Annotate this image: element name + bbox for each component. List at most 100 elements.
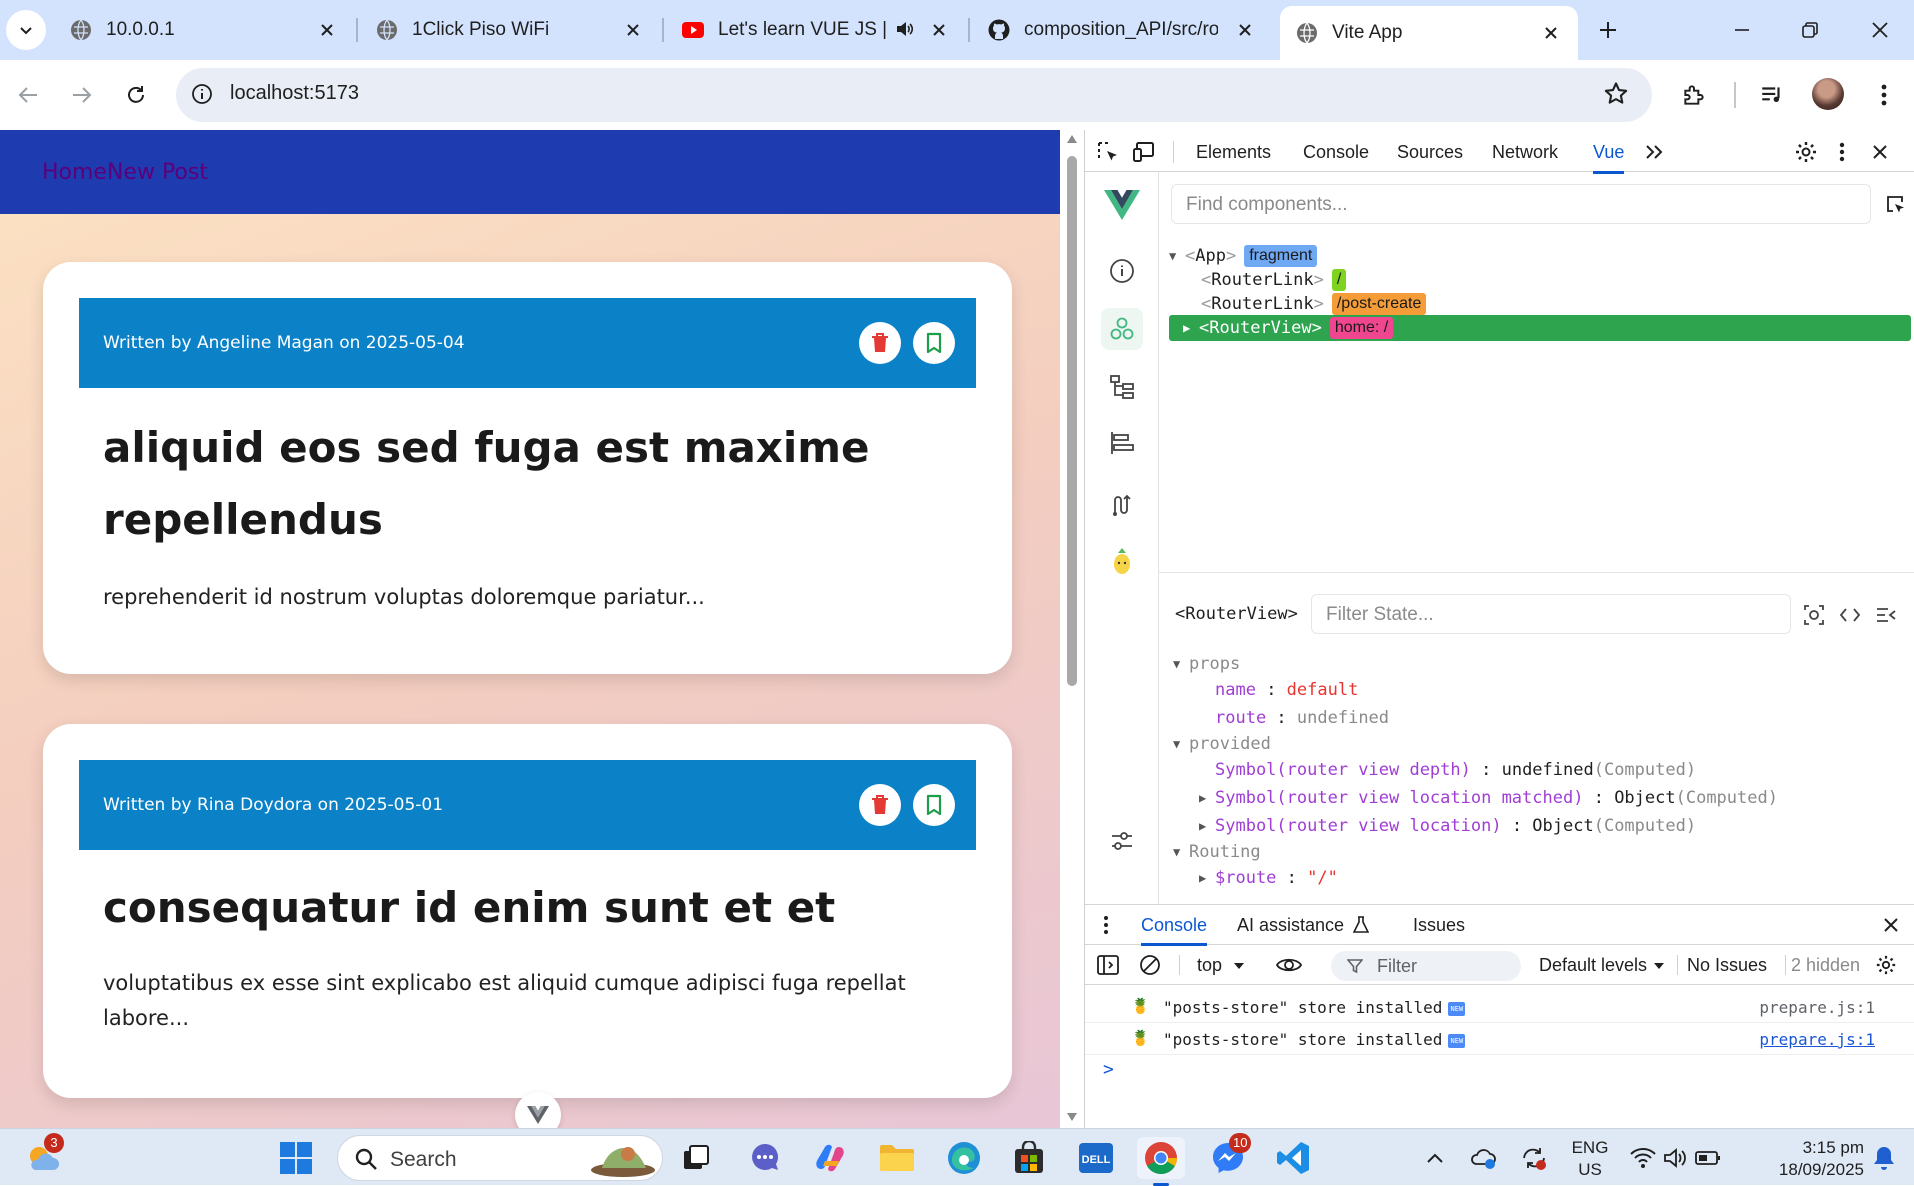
media-controls-button[interactable] [1754,77,1790,113]
show-hidden-icons-button[interactable] [1418,1137,1452,1179]
tab-network[interactable]: Network [1492,142,1558,163]
nav-new-post-link[interactable]: New Post [107,160,208,185]
start-button[interactable] [275,1137,317,1179]
copilot-button[interactable] [809,1137,851,1179]
close-tab-icon[interactable] [928,19,950,41]
tab-4[interactable]: composition_API/src/rout [972,9,1272,51]
devtools-menu-button[interactable] [1829,139,1855,165]
taskbar-search[interactable]: Search [337,1135,663,1181]
tab-2[interactable]: 1Click Piso WiFi [360,9,660,51]
tab-elements[interactable]: Elements [1196,142,1271,163]
delete-post-button[interactable] [859,784,901,826]
dropdown-arrow-icon[interactable] [1233,962,1245,970]
profile-avatar[interactable] [1812,78,1844,110]
more-tabs-button[interactable] [1641,139,1667,165]
tree-node-routerlink[interactable]: < RouterLink > /post-create [1169,290,1909,318]
speaker-icon[interactable] [894,19,914,39]
collapse-panel-icon[interactable] [1875,604,1897,626]
inspect-element-button[interactable] [1095,139,1121,165]
new-tab-button[interactable] [1592,14,1624,46]
routing-section[interactable]: ▼ Routing [1173,838,1261,866]
pinia-button[interactable] [1101,540,1143,582]
reload-button[interactable] [118,77,154,113]
nav-home-link[interactable]: Home [42,160,107,185]
props-section[interactable]: ▼ props [1173,650,1240,678]
restore-button[interactable] [1794,14,1826,46]
expand-caret-icon[interactable]: ▶ [1199,791,1215,805]
select-component-button[interactable] [1885,194,1907,216]
close-tab-icon[interactable] [1540,22,1562,44]
tab-console[interactable]: Console [1303,142,1369,163]
store-button[interactable] [1008,1137,1050,1179]
back-button[interactable] [10,77,46,113]
bookmark-post-button[interactable] [913,322,955,364]
page-scrollbar[interactable] [1060,130,1084,1128]
tab-1[interactable]: 10.0.0.1 [54,9,354,51]
component-tree-button[interactable] [1101,366,1143,408]
routing-row[interactable]: ▶ $route : "/" [1199,864,1338,892]
clear-console-icon[interactable] [1139,954,1161,976]
post-title[interactable]: consequatur id enim sunt et et [103,872,963,944]
log-levels-dropdown[interactable]: Default levels [1539,955,1647,976]
drawer-menu-icon[interactable] [1103,915,1109,935]
tab-sources[interactable]: Sources [1397,142,1463,163]
console-prompt[interactable]: > [1103,1059,1114,1080]
close-window-button[interactable] [1864,14,1896,46]
console-log-row[interactable]: 🍍 "posts-store" store installed NEW prepa… [1085,991,1914,1023]
log-source[interactable]: prepare.js:1 [1759,998,1875,1017]
gear-icon[interactable] [1875,954,1897,976]
expand-caret-icon[interactable]: ▼ [1173,845,1189,859]
file-explorer-button[interactable] [876,1137,918,1179]
provided-row[interactable]: Symbol(router view depth) : undefined (Co… [1215,756,1696,784]
provided-section[interactable]: ▼ provided [1173,730,1271,758]
close-tab-icon[interactable] [622,19,644,41]
forward-button[interactable] [64,77,100,113]
tab-vue[interactable]: Vue [1593,142,1625,174]
expand-caret-icon[interactable]: ▶ [1199,871,1215,885]
bookmark-post-button[interactable] [913,784,955,826]
tab-search-button[interactable] [6,10,46,50]
sidebar-toggle-icon[interactable] [1097,955,1119,975]
post-title[interactable]: aliquid eos sed fuga est maxime repellen… [103,412,963,556]
messenger-button[interactable]: 10 [1207,1133,1252,1179]
vue-settings-button[interactable] [1101,820,1143,862]
bookmark-star-icon[interactable] [1602,80,1630,108]
scrollbar-thumb[interactable] [1067,156,1077,686]
prop-row[interactable]: route : undefined [1215,704,1389,732]
prop-row[interactable]: name : default [1215,676,1358,704]
router-button[interactable] [1101,484,1143,526]
scroll-up-arrow-icon[interactable] [1066,134,1078,144]
delete-post-button[interactable] [859,322,901,364]
expand-caret-icon[interactable]: ▶ [1183,321,1199,335]
language-indicator[interactable]: ENG US [1568,1137,1612,1181]
address-bar[interactable]: localhost:5173 [176,68,1652,122]
url-text[interactable]: localhost:5173 [230,82,359,105]
eye-icon[interactable] [1275,955,1303,975]
onedrive-status[interactable] [1466,1137,1502,1179]
context-selector[interactable]: top [1197,955,1222,976]
issues-count[interactable]: No Issues [1687,955,1767,976]
expand-caret-icon[interactable]: ▼ [1173,657,1189,671]
close-tab-icon[interactable] [316,19,338,41]
filter-state-input[interactable]: Filter State... [1311,594,1791,634]
log-source-link[interactable]: prepare.js:1 [1759,1030,1875,1049]
tab-3[interactable]: Let's learn VUE JS | Co [666,9,966,51]
vscode-button[interactable] [1272,1137,1314,1179]
notifications-button[interactable] [1866,1137,1902,1179]
devtools-settings-button[interactable] [1793,139,1819,165]
find-components-input[interactable]: Find components... [1171,184,1871,224]
extensions-button[interactable] [1676,77,1712,113]
tree-node-routerview-selected[interactable]: ▶ < RouterView > home: / [1169,315,1911,341]
browser-menu-button[interactable] [1866,77,1902,113]
task-view-button[interactable] [675,1137,717,1179]
weather-widget[interactable]: 3 [22,1133,64,1179]
scroll-down-arrow-icon[interactable] [1066,1112,1078,1122]
minimize-button[interactable] [1726,14,1758,46]
components-button[interactable] [1101,308,1143,350]
expand-caret-icon[interactable]: ▼ [1169,249,1185,263]
tab-5-active[interactable]: Vite App [1280,6,1578,60]
device-toolbar-button[interactable] [1131,139,1157,165]
code-icon[interactable] [1839,604,1861,626]
scroll-to-component-icon[interactable] [1803,604,1825,626]
teams-button[interactable] [744,1137,786,1179]
